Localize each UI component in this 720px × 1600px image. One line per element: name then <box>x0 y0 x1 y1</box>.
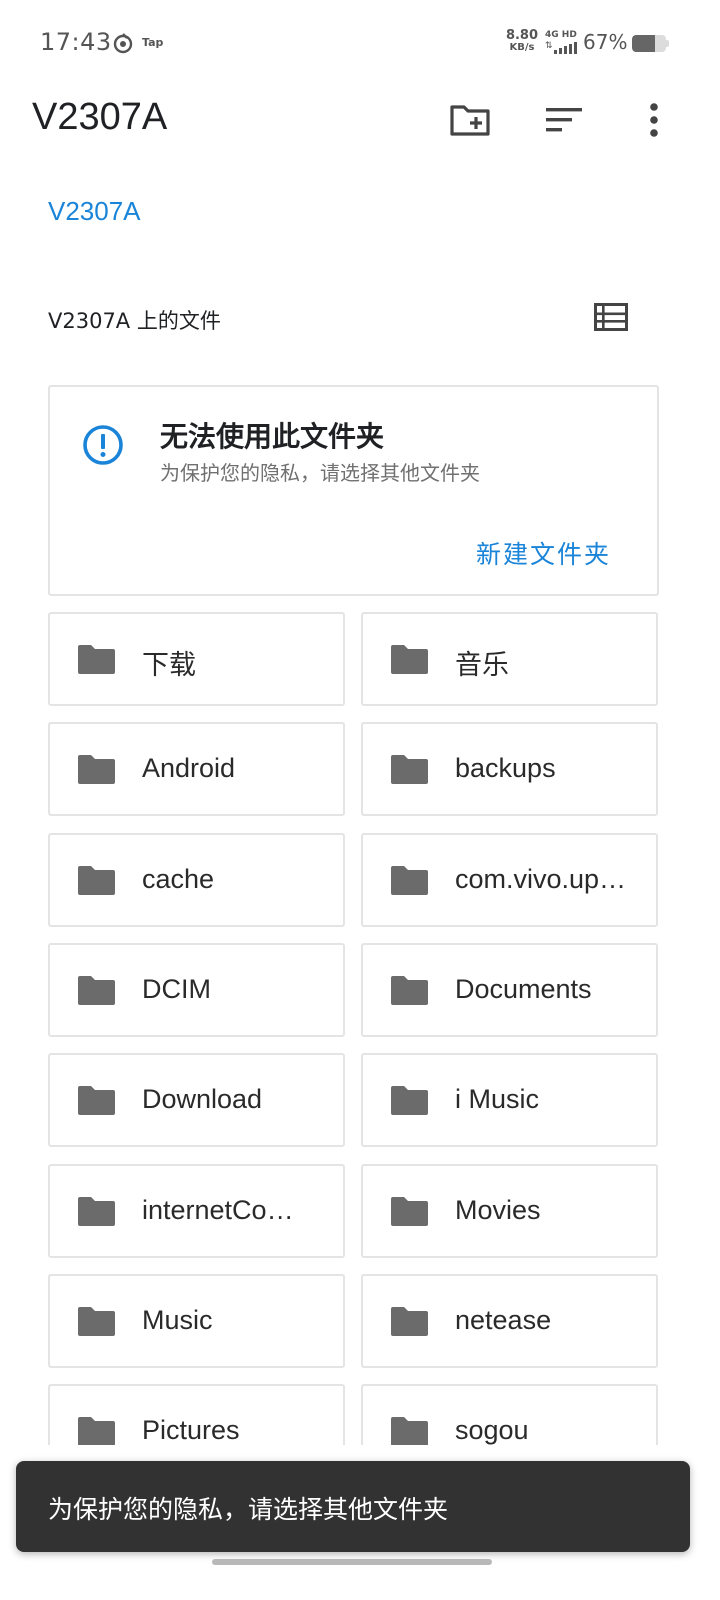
app-title: V2307A <box>32 96 168 138</box>
folder-icon <box>78 755 115 784</box>
folder-icon <box>78 645 115 674</box>
folder-icon <box>391 1307 428 1336</box>
new-folder-button[interactable]: 新建文件夹 <box>476 535 611 571</box>
folder-icon <box>78 866 115 895</box>
folder-icon <box>391 1197 428 1226</box>
snackbar: 为保护您的隐私，请选择其他文件夹 <box>16 1461 690 1552</box>
folder-item[interactable]: 下载 <box>48 612 345 706</box>
folder-item[interactable]: netease <box>361 1274 658 1368</box>
folder-name: Download <box>142 1084 263 1114</box>
list-view-icon <box>594 303 628 331</box>
battery-icon <box>632 35 666 52</box>
network-speed: 8.80 KB/s <box>505 28 539 54</box>
folder-name: Music <box>142 1305 213 1335</box>
folder-name: cache <box>142 864 215 894</box>
status-app-badge: Tap <box>142 36 164 49</box>
folder-icon <box>391 755 428 784</box>
signal-bars-icon <box>554 42 578 54</box>
create-new-folder-button[interactable] <box>446 96 494 144</box>
folder-icon <box>391 1086 428 1115</box>
folder-name: sogou <box>455 1415 529 1445</box>
signal-indicator: 4G HD ⇅ <box>545 30 577 56</box>
folder-icon <box>78 1197 115 1226</box>
folder-name: 音乐 <box>455 650 509 680</box>
breadcrumb-root[interactable]: V2307A <box>48 196 141 227</box>
folder-name: Movies <box>455 1195 541 1225</box>
warning-description: 为保护您的隐私，请选择其他文件夹 <box>160 461 480 485</box>
folder-item[interactable]: backups <box>361 722 658 816</box>
view-toggle-button[interactable] <box>590 296 632 338</box>
folder-icon <box>78 1086 115 1115</box>
gesture-navigation-bar[interactable] <box>212 1559 492 1565</box>
folder-name: DCIM <box>142 974 211 1004</box>
folder-icon <box>391 645 428 674</box>
folder-icon <box>78 1307 115 1336</box>
folder-unavailable-card: 无法使用此文件夹 为保护您的隐私，请选择其他文件夹 新建文件夹 <box>48 385 659 596</box>
battery-tip <box>666 40 669 47</box>
folder-icon <box>78 1417 115 1446</box>
folder-icon <box>391 976 428 1005</box>
folder-item[interactable]: Documents <box>361 943 658 1037</box>
status-bar: 17:43 Tap 8.80 KB/s 4G HD ⇅ 67% <box>0 0 720 88</box>
folder-item[interactable]: Music <box>48 1274 345 1368</box>
network-speed-value: 8.80 <box>505 28 539 43</box>
folder-name: com.vivo.up… <box>455 864 627 894</box>
network-speed-unit: KB/s <box>509 42 535 53</box>
folder-name: Android <box>142 753 236 783</box>
app-bar: V2307A <box>0 88 720 152</box>
app-notification-icon <box>113 33 133 54</box>
create-new-folder-icon <box>450 105 490 136</box>
folder-name: 下载 <box>142 650 196 680</box>
snackbar-message: 为保护您的隐私，请选择其他文件夹 <box>48 1495 449 1524</box>
folder-item[interactable]: DCIM <box>48 943 345 1037</box>
folder-item[interactable]: i Music <box>361 1053 658 1147</box>
folder-name: i Music <box>455 1084 540 1114</box>
folder-item[interactable]: cache <box>48 833 345 927</box>
folder-item[interactable]: internetCo… <box>48 1164 345 1258</box>
folder-icon <box>391 1417 428 1446</box>
more-vert-icon <box>650 103 658 137</box>
status-time: 17:43 <box>40 28 112 56</box>
folder-name: netease <box>455 1305 552 1335</box>
folder-name: Pictures <box>142 1415 240 1445</box>
folder-item[interactable]: Android <box>48 722 345 816</box>
battery-percent: 67% <box>583 30 628 54</box>
folder-name: internetCo… <box>142 1195 294 1225</box>
section-title: V2307A 上的文件 <box>48 309 221 333</box>
battery-fill <box>632 35 655 52</box>
folder-icon <box>391 866 428 895</box>
folder-icon <box>78 976 115 1005</box>
folder-name: Documents <box>455 974 592 1004</box>
more-options-button[interactable] <box>630 96 678 144</box>
network-type-label: 4G HD <box>545 30 577 40</box>
warning-title: 无法使用此文件夹 <box>160 420 385 453</box>
folder-item[interactable]: 音乐 <box>361 612 658 706</box>
data-activity-icon: ⇅ <box>545 41 553 51</box>
folder-item[interactable]: Download <box>48 1053 345 1147</box>
info-icon <box>83 425 123 465</box>
sort-icon <box>546 108 582 132</box>
sort-button[interactable] <box>540 96 588 144</box>
folder-name: backups <box>455 753 556 783</box>
folder-item[interactable]: Movies <box>361 1164 658 1258</box>
folder-item[interactable]: com.vivo.up… <box>361 833 658 927</box>
